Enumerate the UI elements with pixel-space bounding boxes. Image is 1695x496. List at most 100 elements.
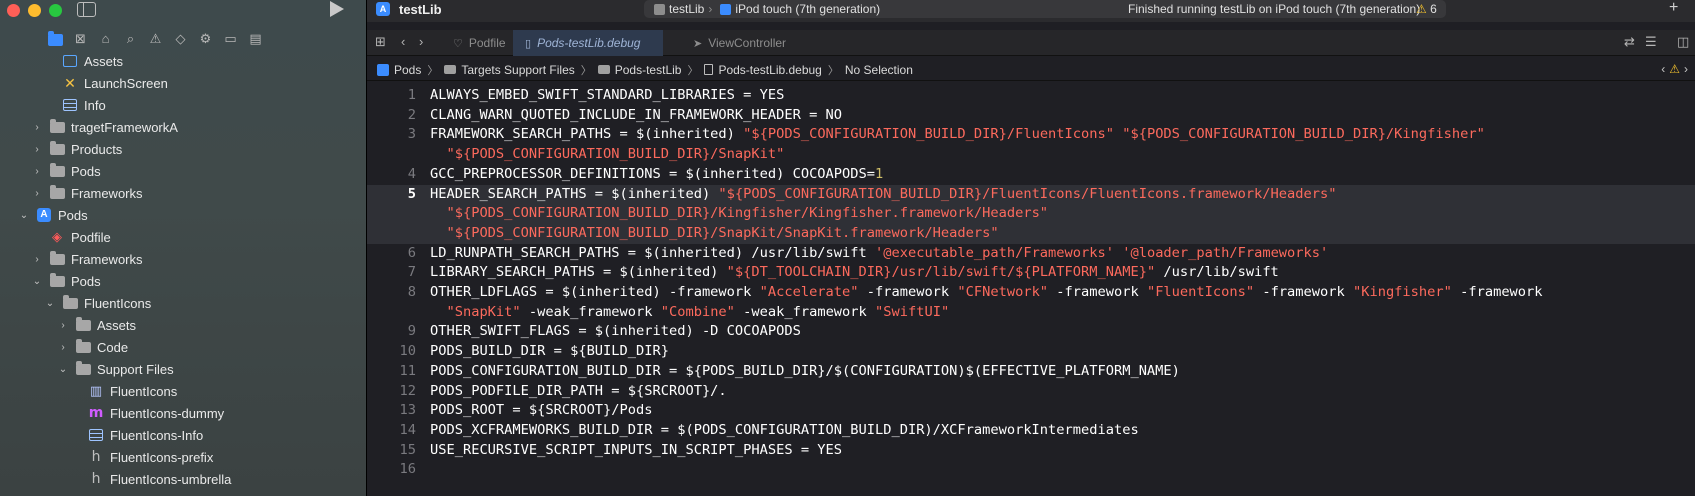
symbol-navigator-icon[interactable]: ⌂ [98,32,113,46]
warning-indicator[interactable]: ⚠ 6 [1416,2,1437,16]
source-control-navigator-icon[interactable]: ⊠ [73,32,88,46]
code-text: PODS_XCFRAMEWORKS_BUILD_DIR = $(PODS_CON… [416,421,1139,441]
warning-icon[interactable]: ⚠ [1669,62,1680,76]
code-line[interactable]: 3 FRAMEWORK_SEARCH_PATHS = $(inherited) "… [367,125,1695,145]
crumb-pods-testlib[interactable]: Pods-testLib [597,63,681,77]
tree-item-tragetframeworka[interactable]: › tragetFrameworkA [0,116,366,138]
tree-item-pods[interactable]: ⌄ Pods [0,270,366,292]
tree-item-label: Code [97,339,129,355]
code-line[interactable]: 12 PODS_PODFILE_DIR_PATH = ${SRCROOT}/. [367,382,1695,402]
tree-item-frameworks[interactable]: › Frameworks [0,182,366,204]
chevron-right-icon[interactable]: › [31,254,43,265]
crumb-no-selection[interactable]: No Selection [845,63,913,77]
tree-item-support-files[interactable]: ⌄ Support Files [0,358,366,380]
swap-icon[interactable]: ⇄ [1624,34,1635,50]
code-line[interactable]: 16 [367,460,1695,480]
chevron-down-icon[interactable]: ⌄ [44,298,56,309]
back-arrow-icon[interactable]: ‹ [401,34,405,49]
code-line[interactable]: 10 PODS_BUILD_DIR = ${BUILD_DIR} [367,342,1695,362]
tree-item-fluenticons-prefix[interactable]: h FluentIcons-prefix [0,446,366,468]
chevron-down-icon[interactable]: ⌄ [18,210,30,221]
tab-pods-testlib-debug[interactable]: ▯ Pods-testLib.debug [513,30,663,56]
code-line[interactable]: "${PODS_CONFIGURATION_BUILD_DIR}/Kingfis… [367,204,1695,224]
tree-item-label: Pods [58,207,88,223]
code-text: CLANG_WARN_QUOTED_INCLUDE_IN_FRAMEWORK_H… [416,106,842,126]
code-line[interactable]: 14 PODS_XCFRAMEWORKS_BUILD_DIR = $(PODS_C… [367,421,1695,441]
next-issue-icon[interactable]: › [1684,62,1688,76]
code-text: GCC_PREPROCESSOR_DEFINITIONS = $(inherit… [416,165,883,185]
folder-icon [75,338,91,354]
tree-item-fluenticons[interactable]: ▥ FluentIcons [0,380,366,402]
chevron-right-icon[interactable]: › [31,144,43,155]
editor-options-icon[interactable]: ☰ [1645,34,1657,50]
crumb-pods-testlib-debug[interactable]: Pods-testLib.debug [704,63,822,77]
split-editor-icon[interactable]: ◫ [1677,34,1689,50]
code-line[interactable]: 11 PODS_CONFIGURATION_BUILD_DIR = ${PODS_… [367,362,1695,382]
close-window-button[interactable] [7,4,20,17]
plain-token: OTHER_LDFLAGS = $(inherited) -framework [430,284,760,301]
code-line[interactable]: 6 LD_RUNPATH_SEARCH_PATHS = $(inherited) … [367,244,1695,264]
tree-item-fluenticons[interactable]: ⌄ FluentIcons [0,292,366,314]
tree-item-frameworks[interactable]: › Frameworks [0,248,366,270]
code-editor[interactable]: 1 ALWAYS_EMBED_SWIFT_STANDARD_LIBRARIES =… [367,86,1695,480]
chevron-right-icon[interactable]: › [31,166,43,177]
sidebar-toggle-icon[interactable] [77,2,96,17]
tree-item-fluenticons-info[interactable]: FluentIcons-Info [0,424,366,446]
chevron-right-icon[interactable]: › [31,188,43,199]
minimize-window-button[interactable] [28,4,41,17]
chevron-right-icon[interactable]: › [31,122,43,133]
tree-item-products[interactable]: › Products [0,138,366,160]
tree-item-info[interactable]: Info [0,94,366,116]
run-button[interactable] [330,1,344,17]
activity-view[interactable]: testLib › iPod touch (7th generation) Fi… [644,0,1446,18]
code-line[interactable]: 1 ALWAYS_EMBED_SWIFT_STANDARD_LIBRARIES =… [367,86,1695,106]
report-navigator-icon[interactable]: ▤ [248,32,263,46]
tree-item-fluenticons-umbrella[interactable]: h FluentIcons-umbrella [0,468,366,490]
chevron-right-icon[interactable]: › [57,320,69,331]
plain-token: PODS_XCFRAMEWORKS_BUILD_DIR = $(PODS_CON… [430,421,1139,438]
tab-viewcontroller[interactable]: ➤ ViewController [681,30,798,56]
code-line[interactable]: 4 GCC_PREPROCESSOR_DEFINITIONS = $(inheri… [367,165,1695,185]
tree-item-launchscreen[interactable]: ✕ LaunchScreen [0,72,366,94]
find-navigator-icon[interactable]: ⌕ [123,32,138,46]
code-line[interactable]: 5 HEADER_SEARCH_PATHS = $(inherited) "${P… [367,184,1695,205]
code-line[interactable]: 2 CLANG_WARN_QUOTED_INCLUDE_IN_FRAMEWORK_… [367,106,1695,126]
add-icon[interactable]: + [1669,0,1678,17]
scheme-selector[interactable]: testLib › iPod touch (7th generation) [654,2,880,16]
tab-podfile[interactable]: ♡ Podfile [441,30,518,56]
line-number: 4 [407,165,416,182]
forward-arrow-icon[interactable]: › [419,34,423,49]
code-line[interactable]: 13 PODS_ROOT = ${SRCROOT}/Pods [367,401,1695,421]
tree-item-podfile[interactable]: ◈ Podfile [0,226,366,248]
code-line[interactable]: 8 OTHER_LDFLAGS = $(inherited) -framework… [367,283,1695,303]
code-line[interactable]: 15 USE_RECURSIVE_SCRIPT_INPUTS_IN_SCRIPT_… [367,441,1695,461]
previous-issue-icon[interactable]: ‹ [1661,62,1665,76]
maximize-window-button[interactable] [49,4,62,17]
plain-token: CLANG_WARN_QUOTED_INCLUDE_IN_FRAMEWORK_H… [430,106,843,123]
crumb-pods[interactable]: Pods [377,63,421,77]
breakpoint-navigator-icon[interactable]: ▭ [223,32,238,46]
issue-navigator-icon[interactable]: ⚠ [148,32,163,46]
tree-item-assets[interactable]: › Assets [0,314,366,336]
chevron-down-icon[interactable]: ⌄ [31,276,43,287]
chevron-right-icon[interactable]: › [57,342,69,353]
tree-item-assets[interactable]: Assets [0,50,366,72]
crumb-targets-support-files[interactable]: Targets Support Files [444,63,575,77]
tree-item-pods[interactable]: › Pods [0,160,366,182]
code-line[interactable]: "SnapKit" -weak_framework "Combine" -wea… [367,303,1695,323]
code-line[interactable]: "${PODS_CONFIGURATION_BUILD_DIR}/SnapKit… [367,223,1695,244]
test-navigator-icon[interactable]: ◇ [173,32,188,46]
grid-icon[interactable]: ⊞ [375,34,386,50]
tree-item-fluenticons-dummy[interactable]: m FluentIcons-dummy [0,402,366,424]
tree-item-code[interactable]: › Code [0,336,366,358]
project-navigator-icon[interactable] [48,31,63,46]
code-line[interactable]: "${PODS_CONFIGURATION_BUILD_DIR}/SnapKit… [367,145,1695,165]
code-line[interactable]: 9 OTHER_SWIFT_FLAGS = $(inherited) -D COC… [367,322,1695,342]
string-token: "SwiftUI" [875,303,950,320]
line-number: 13 [399,402,416,419]
tree-item-pods[interactable]: ⌄ A Pods [0,204,366,226]
chevron-down-icon[interactable]: ⌄ [57,364,69,375]
debug-navigator-icon[interactable]: ⚙ [198,32,213,46]
code-line[interactable]: 7 LIBRARY_SEARCH_PATHS = $(inherited) "${… [367,263,1695,283]
